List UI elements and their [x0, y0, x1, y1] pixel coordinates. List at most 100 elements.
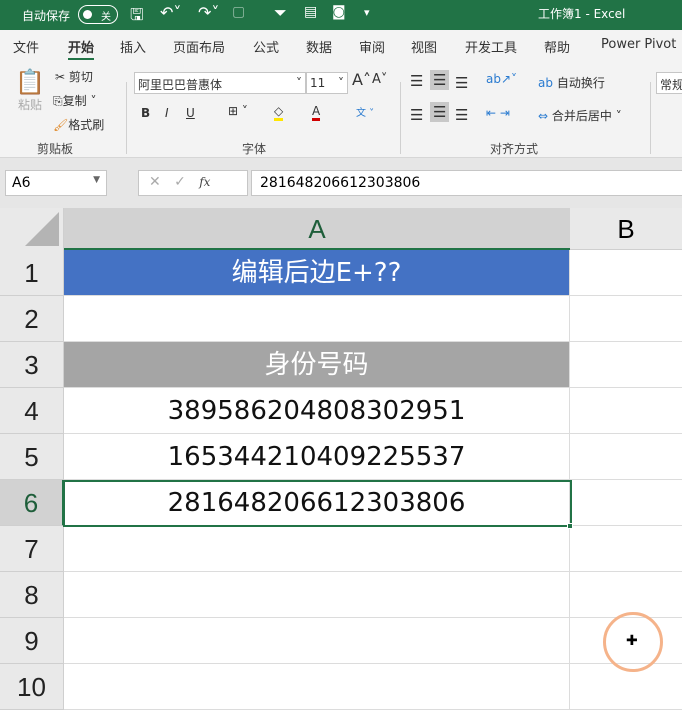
- orientation-icon[interactable]: ab↗˅: [486, 72, 517, 86]
- tab-home[interactable]: 开始: [68, 37, 95, 61]
- row-header-10[interactable]: 10: [0, 664, 64, 710]
- border-icon[interactable]: ⊞ ˅: [228, 104, 248, 118]
- wrap-text-button[interactable]: ab 自动换行: [538, 74, 605, 91]
- form-icon[interactable]: ▤: [304, 4, 317, 20]
- align-top-icon[interactable]: ☰: [410, 72, 423, 90]
- align-bottom-icon[interactable]: ☰: [455, 74, 468, 92]
- tab-help[interactable]: 帮助: [544, 37, 570, 56]
- formula-value: 281648206612303806: [260, 175, 421, 191]
- cell-b3[interactable]: [570, 342, 682, 388]
- font-size-select[interactable]: 11 ˅: [306, 72, 348, 94]
- save-icon[interactable]: 🖫: [130, 4, 144, 31]
- cell-b4[interactable]: [570, 388, 682, 434]
- formula-input[interactable]: 281648206612303806: [251, 170, 682, 196]
- name-box-value: A6: [12, 175, 31, 191]
- fill-color-icon[interactable]: ◇: [274, 104, 284, 121]
- insert-function-icon[interactable]: fx: [199, 175, 210, 189]
- row-header-7[interactable]: 7: [0, 526, 64, 572]
- increase-font-icon[interactable]: A˄: [352, 70, 371, 89]
- filter-icon[interactable]: ⏷: [274, 3, 287, 23]
- cell-a5[interactable]: 165344210409225537: [64, 434, 570, 480]
- cell-b6[interactable]: [570, 480, 682, 526]
- cell-a2[interactable]: [64, 296, 570, 342]
- tab-data[interactable]: 数据: [306, 37, 332, 56]
- paste-label: 粘贴: [17, 98, 42, 112]
- row-header-4[interactable]: 4: [0, 388, 64, 434]
- align-left-icon[interactable]: ☰: [410, 106, 423, 124]
- cell-b7[interactable]: [570, 526, 682, 572]
- row-header-6[interactable]: 6: [0, 480, 64, 526]
- bold-button[interactable]: B: [141, 106, 150, 120]
- cell-b2[interactable]: [570, 296, 682, 342]
- indent-icons[interactable]: ⇤ ⇥: [486, 106, 510, 120]
- font-color-icon[interactable]: A: [312, 104, 321, 121]
- format-painter-button[interactable]: 🖌格式刷: [53, 116, 104, 133]
- autosave-toggle[interactable]: 关: [78, 5, 118, 24]
- name-box[interactable]: A6 ▼: [5, 170, 107, 196]
- cell-a7[interactable]: [64, 526, 570, 572]
- italic-button[interactable]: I: [165, 106, 169, 120]
- font-name-value: 阿里巴巴普惠体: [138, 78, 223, 92]
- font-name-select[interactable]: 阿里巴巴普惠体 ˅: [134, 72, 306, 94]
- merge-icon: ⇔: [538, 109, 549, 123]
- row-header-1[interactable]: 1: [0, 250, 64, 296]
- ribbon: 📋 粘贴 ✂ 剪切 ⎘复制 ˅ 🖌格式刷 剪贴板 阿里巴巴普惠体 ˅ 11 ˅ A˄ …: [0, 60, 682, 158]
- fill-handle[interactable]: [567, 523, 573, 529]
- tab-power-pivot[interactable]: Power Pivot: [601, 37, 676, 52]
- row-header-9[interactable]: 9: [0, 618, 64, 664]
- align-middle-icon[interactable]: ☰: [430, 70, 450, 90]
- cell-a9[interactable]: [64, 618, 570, 664]
- enter-icon[interactable]: ✓: [174, 174, 186, 190]
- column-header-b[interactable]: B: [570, 208, 682, 250]
- row-header-3[interactable]: 3: [0, 342, 64, 388]
- column-header-a[interactable]: A: [64, 208, 570, 250]
- merge-center-button[interactable]: ⇔ 合并后居中 ˅: [538, 107, 622, 124]
- number-format-select[interactable]: 常规: [656, 72, 682, 94]
- cell-a10[interactable]: [64, 664, 570, 710]
- formula-buttons: ✕ ✓ fx: [138, 170, 248, 196]
- format-painter-label: 格式刷: [68, 118, 105, 132]
- cell-b5[interactable]: [570, 434, 682, 480]
- paste-button[interactable]: 📋 粘贴: [14, 68, 46, 113]
- tab-review[interactable]: 审阅: [359, 37, 385, 56]
- number-format-value: 常规: [660, 78, 682, 92]
- cursor-cross-icon: ✚: [626, 633, 638, 649]
- customize-icon[interactable]: ▾: [364, 6, 370, 19]
- align-right-icon[interactable]: ☰: [455, 106, 468, 124]
- copy-button[interactable]: ⎘复制 ˅: [53, 92, 96, 109]
- row-header-8[interactable]: 8: [0, 572, 64, 618]
- cell-b1[interactable]: [570, 250, 682, 296]
- tab-insert[interactable]: 插入: [120, 37, 146, 56]
- row-header-2[interactable]: 2: [0, 296, 64, 342]
- tab-page-layout[interactable]: 页面布局: [173, 37, 225, 56]
- row-header-5[interactable]: 5: [0, 434, 64, 480]
- ribbon-tabs: 文件 开始 插入 页面布局 公式 数据 审阅 视图 开发工具 帮助 Power …: [0, 30, 682, 61]
- phonetic-icon[interactable]: 文 ˅: [356, 104, 374, 119]
- tab-view[interactable]: 视图: [411, 37, 437, 56]
- autosave-label: 自动保存: [22, 9, 71, 23]
- active-cell-selection: [63, 480, 572, 527]
- undo-icon[interactable]: ↶˅: [160, 3, 181, 22]
- align-center-icon[interactable]: ☰: [430, 102, 450, 122]
- select-all-button[interactable]: [0, 208, 64, 250]
- brush-icon: 🖌: [53, 118, 69, 132]
- alignment-group-label: 对齐方式: [490, 142, 539, 156]
- tab-file[interactable]: 文件: [13, 37, 39, 56]
- cut-button[interactable]: ✂ 剪切: [55, 68, 93, 85]
- underline-button[interactable]: U: [186, 106, 195, 120]
- cell-a8[interactable]: [64, 572, 570, 618]
- cancel-icon[interactable]: ✕: [149, 174, 161, 190]
- tab-developer[interactable]: 开发工具: [465, 37, 517, 56]
- cell-a4[interactable]: 389586204808302951: [64, 388, 570, 434]
- font-group-label: 字体: [242, 142, 267, 156]
- formula-bar-area: A6 ▼ ✕ ✓ fx 281648206612303806: [0, 158, 682, 208]
- clipboard-icon: 📋: [15, 68, 45, 96]
- tab-formulas[interactable]: 公式: [253, 37, 279, 56]
- redo-icon[interactable]: ↷˅: [198, 3, 219, 22]
- cell-a3[interactable]: 身份号码: [64, 342, 570, 388]
- cell-b8[interactable]: [570, 572, 682, 618]
- shape-icon[interactable]: ▢: [232, 4, 245, 20]
- camera-icon[interactable]: ◙: [332, 4, 346, 20]
- decrease-font-icon[interactable]: A˅: [372, 72, 387, 87]
- cell-a1[interactable]: 编辑后边E+??: [64, 250, 570, 296]
